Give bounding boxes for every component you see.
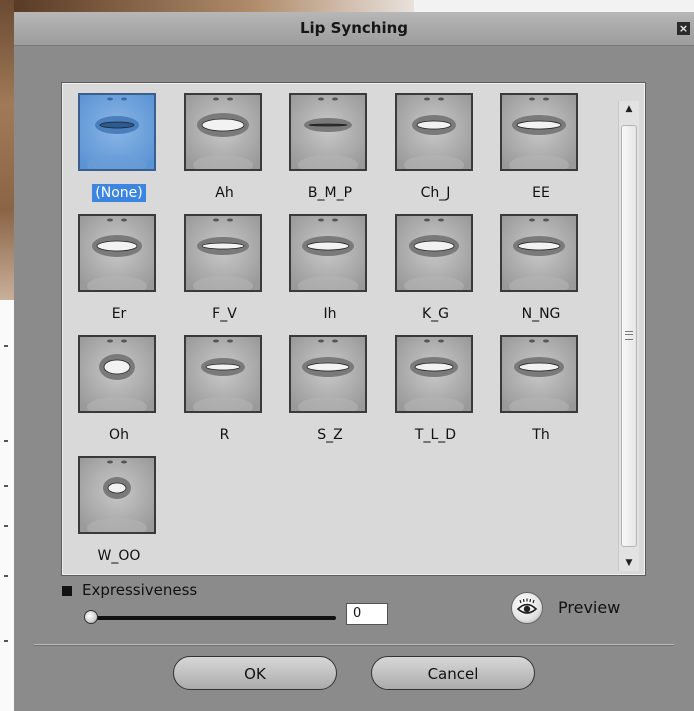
dialog-title: Lip Synching — [299, 19, 409, 37]
background-mark — [4, 485, 8, 487]
close-icon: × — [678, 22, 689, 35]
viseme-item[interactable]: (None) — [76, 93, 162, 211]
expressiveness-label: Expressiveness — [82, 581, 198, 599]
viseme-item[interactable]: EE — [498, 93, 584, 211]
viseme-label: Ih — [287, 306, 373, 322]
viseme-item[interactable]: Ih — [287, 214, 373, 332]
scroll-thumb[interactable] — [621, 125, 637, 547]
viseme-label-text: K_G — [421, 306, 450, 322]
viseme-thumbnail[interactable] — [183, 93, 262, 171]
viseme-thumbnail[interactable] — [500, 335, 578, 413]
viseme-label: B_M_P — [287, 185, 373, 201]
scroll-down-arrow-icon[interactable]: ▼ — [619, 555, 639, 571]
viseme-thumbnail[interactable] — [394, 335, 473, 413]
eye-icon — [516, 598, 538, 614]
viseme-item[interactable]: N_NG — [498, 214, 584, 332]
viseme-item[interactable]: S_Z — [287, 335, 373, 453]
viseme-item[interactable]: Oh — [76, 335, 162, 453]
viseme-item[interactable]: Ch_J — [393, 93, 479, 211]
background-mark — [4, 525, 8, 527]
viseme-label: R — [182, 427, 268, 443]
viseme-label-text: B_M_P — [307, 185, 353, 201]
background-mark — [4, 345, 8, 347]
viseme-label-text: Ah — [215, 185, 234, 201]
viseme-thumbnail[interactable] — [78, 335, 156, 413]
expressiveness-slider-track[interactable] — [90, 616, 336, 620]
viseme-item[interactable]: T_L_D — [393, 335, 479, 453]
viseme-list-panel: (None) Ah B_M_P Ch_J EE Er F_V Ih K_G N_NG Oh R S_Z T… — [61, 82, 646, 576]
viseme-item[interactable]: Ah — [182, 93, 268, 211]
expressiveness-bullet-icon — [62, 586, 72, 596]
preview-label[interactable]: Preview — [558, 598, 620, 617]
viseme-label-text: F_V — [212, 306, 237, 322]
viseme-thumbnail[interactable] — [289, 93, 367, 171]
viseme-thumbnail[interactable] — [394, 93, 473, 171]
viseme-label: Oh — [76, 427, 162, 443]
close-button[interactable]: × — [677, 22, 690, 35]
background-photo — [0, 0, 14, 300]
viseme-label-text: EE — [532, 185, 550, 201]
background-top-strip — [14, 0, 414, 12]
viseme-thumbnail[interactable] — [394, 214, 473, 292]
ok-button[interactable]: OK — [173, 656, 337, 690]
viseme-label: N_NG — [498, 306, 584, 322]
preview-button[interactable] — [511, 592, 543, 624]
divider — [34, 645, 674, 646]
viseme-thumbnail[interactable] — [78, 93, 156, 171]
viseme-label: Th — [498, 427, 584, 443]
viseme-label-text: Ih — [323, 306, 337, 322]
viseme-thumbnail[interactable] — [78, 214, 156, 292]
viseme-label: EE — [498, 185, 584, 201]
viseme-label-text: S_Z — [317, 427, 343, 443]
viseme-thumbnail[interactable] — [183, 214, 262, 292]
cancel-button[interactable]: Cancel — [371, 656, 535, 690]
viseme-thumbnail[interactable] — [289, 214, 367, 292]
viseme-label-text: R — [219, 427, 230, 443]
viseme-label: Ah — [182, 185, 268, 201]
viseme-thumbnail[interactable] — [289, 335, 367, 413]
title-bar[interactable]: Lip Synching × — [14, 12, 694, 46]
viseme-item[interactable]: W_OO — [76, 456, 162, 574]
viseme-label: F_V — [182, 306, 268, 322]
viseme-label: K_G — [393, 306, 479, 322]
viseme-label-text: Er — [111, 306, 127, 322]
background-mark — [4, 575, 8, 577]
viseme-thumbnail[interactable] — [500, 214, 578, 292]
viseme-label: S_Z — [287, 427, 373, 443]
background-left-strip — [0, 300, 14, 711]
viseme-label-text: Oh — [109, 427, 129, 443]
viseme-item[interactable]: K_G — [393, 214, 479, 332]
viseme-item[interactable]: F_V — [182, 214, 268, 332]
viseme-label-text: T_L_D — [414, 427, 457, 443]
viseme-item[interactable]: Th — [498, 335, 584, 453]
scroll-up-arrow-icon[interactable]: ▲ — [619, 101, 639, 117]
viseme-thumbnail[interactable] — [78, 456, 156, 534]
scroll-grip-icon — [625, 331, 633, 340]
background-mark — [4, 440, 8, 442]
viseme-item[interactable]: B_M_P — [287, 93, 373, 211]
viseme-item[interactable]: R — [182, 335, 268, 453]
expressiveness-slider-handle[interactable] — [84, 610, 98, 624]
viseme-thumbnail[interactable] — [183, 335, 262, 413]
background-mark — [4, 640, 8, 642]
viseme-item[interactable]: Er — [76, 214, 162, 332]
viseme-label-text: N_NG — [521, 306, 561, 322]
viseme-label: W_OO — [76, 548, 162, 564]
expressiveness-value-field[interactable]: 0 — [346, 603, 388, 625]
viseme-label: T_L_D — [393, 427, 479, 443]
viseme-label: (None) — [76, 184, 162, 202]
vertical-scrollbar[interactable]: ▲ ▼ — [618, 101, 639, 571]
viseme-label: Ch_J — [393, 185, 479, 201]
viseme-label-text: (None) — [92, 184, 146, 202]
viseme-label-text: W_OO — [97, 548, 141, 564]
lip-synching-dialog: Lip Synching × (None) Ah B_M_P Ch_J EE Er F_V I… — [14, 12, 694, 711]
viseme-thumbnail[interactable] — [500, 93, 578, 171]
viseme-label-text: Th — [532, 427, 550, 443]
viseme-label-text: Ch_J — [420, 185, 451, 201]
viseme-label: Er — [76, 306, 162, 322]
